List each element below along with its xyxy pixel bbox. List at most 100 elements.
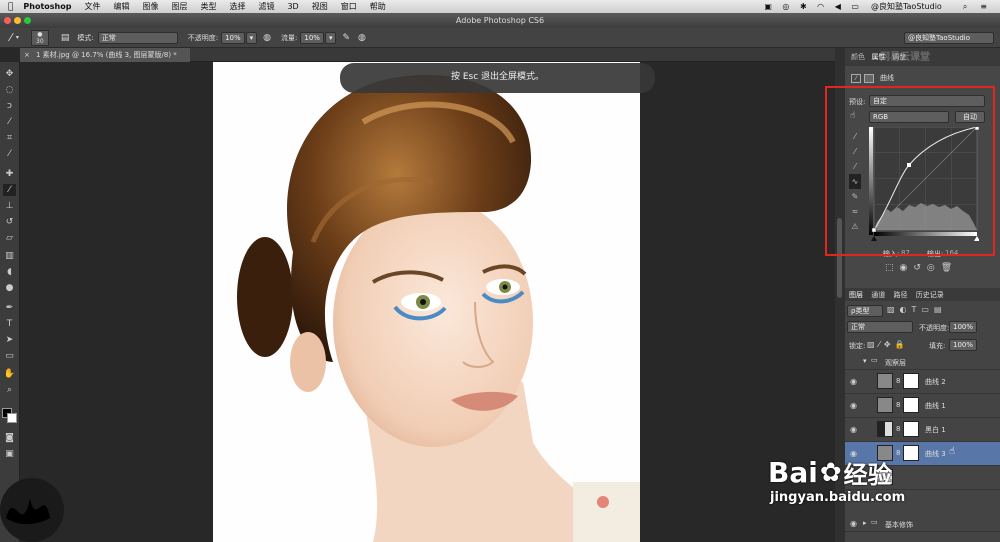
hand-tool-icon[interactable]: ✋ xyxy=(3,368,16,380)
layers-tab-bar: 图层 通道 路径 历史记录 xyxy=(845,288,1000,301)
visibility-toggle-icon[interactable]: ◉ xyxy=(850,377,857,386)
signature-logo xyxy=(0,478,64,542)
list-icon[interactable]: ≡ xyxy=(980,2,987,11)
layer-group-row[interactable]: ▾ ▭ 观察层 xyxy=(845,354,1000,370)
workspace-dropdown[interactable]: @良知塾TaoStudio xyxy=(904,31,994,44)
lasso-tool-icon[interactable]: ↄ xyxy=(3,100,16,112)
marquee-tool-icon[interactable]: ◌ xyxy=(3,84,16,96)
brush-panel-icon[interactable]: ▤ xyxy=(61,33,70,43)
blur-tool-icon[interactable]: ◖ xyxy=(3,266,16,278)
blend-mode-dropdown[interactable]: 正常 xyxy=(847,321,913,333)
layer-filter-dropdown[interactable]: ρ类型 xyxy=(847,305,883,317)
tab-color[interactable]: 颜色 xyxy=(851,52,865,62)
quick-mask-icon[interactable]: ◙ xyxy=(3,432,16,444)
type-tool-icon[interactable]: T xyxy=(3,318,16,330)
link-icon: 8 xyxy=(896,401,901,409)
screen-mode-icon[interactable]: ▣ xyxy=(3,448,16,460)
layer-mask-thumbnail[interactable] xyxy=(903,421,919,437)
fill-field[interactable]: 100% xyxy=(949,339,978,351)
stamp-tool-icon[interactable]: ⊥ xyxy=(3,200,16,212)
document-image[interactable] xyxy=(213,62,640,542)
lock-icons[interactable]: ▨⁄✥🔒 xyxy=(867,340,909,349)
menu-filter[interactable]: 滤镜 xyxy=(258,1,274,12)
layer-row[interactable]: ◉ 8 黑白 1 xyxy=(845,418,1000,442)
brush-tool-icon[interactable]: ⁄ xyxy=(10,31,12,44)
tool-preset-chevron-icon[interactable]: ▾ xyxy=(16,34,19,41)
clip-to-layer-icon[interactable]: ⬚ xyxy=(885,263,900,273)
visibility-toggle-icon[interactable]: ◉ xyxy=(850,519,857,528)
layer-row[interactable]: ◉ 8 曲线 2 xyxy=(845,370,1000,394)
layer-mask-thumbnail[interactable] xyxy=(903,397,919,413)
group-expand-chevron-icon[interactable]: ▸ xyxy=(863,519,867,527)
curves-adjust-icon xyxy=(877,373,893,389)
pen-tool-icon[interactable]: ✒ xyxy=(3,302,16,314)
pressure-size-icon[interactable]: ◍ xyxy=(358,33,366,43)
group-expand-chevron-icon[interactable]: ▾ xyxy=(863,357,867,365)
document-tab[interactable]: × 1 素材.jpg @ 16.7% (曲线 3, 图层蒙版/8) * xyxy=(20,48,190,62)
layer-row[interactable]: ◉ 8 曲线 1 xyxy=(845,394,1000,418)
menu-select[interactable]: 选择 xyxy=(229,1,245,12)
brush-size-picker[interactable]: ● 30 xyxy=(30,29,49,46)
layer-group-row[interactable]: ◉ ▸ ▭ 基本修饰 xyxy=(845,516,1000,532)
flow-field[interactable]: 10% xyxy=(300,31,324,44)
dodge-tool-icon[interactable]: ● xyxy=(3,282,16,294)
user-menu[interactable]: @良知塾TaoStudio xyxy=(871,1,942,12)
eraser-tool-icon[interactable]: ▱ xyxy=(3,232,16,244)
delete-icon[interactable]: 🗑 xyxy=(941,263,958,273)
canvas-area[interactable] xyxy=(20,62,835,542)
tab-channels[interactable]: 通道 xyxy=(871,291,885,299)
tab-layers[interactable]: 图层 xyxy=(849,291,863,299)
app-menu[interactable]: Photoshop xyxy=(23,2,71,11)
visibility-icon[interactable]: ◎ xyxy=(927,263,941,273)
layer-name: 观察层 xyxy=(885,359,906,367)
close-icon[interactable] xyxy=(4,17,11,24)
crop-tool-icon[interactable]: ⌗ xyxy=(3,132,16,144)
properties-footer: ⬚◉↺◎🗑 xyxy=(885,263,958,273)
menu-layer[interactable]: 图层 xyxy=(171,1,187,12)
zoom-tool-icon[interactable]: ⌕ xyxy=(3,384,16,396)
opacity-field[interactable]: 10% xyxy=(221,31,245,44)
filter-icons[interactable]: ▨◐T▭▤ xyxy=(887,305,947,314)
curves-adjust-icon xyxy=(877,397,893,413)
menu-edit[interactable]: 编辑 xyxy=(113,1,129,12)
menu-image[interactable]: 图像 xyxy=(142,1,158,12)
menu-view[interactable]: 视图 xyxy=(312,1,328,12)
menu-file[interactable]: 文件 xyxy=(84,1,100,12)
opacity-chevron-icon[interactable]: ▾ xyxy=(245,31,258,44)
menu-type[interactable]: 类型 xyxy=(200,1,216,12)
shape-tool-icon[interactable]: ▭ xyxy=(3,350,16,362)
zoom-icon[interactable] xyxy=(24,17,31,24)
mask-icon[interactable] xyxy=(864,73,874,83)
history-brush-tool-icon[interactable]: ↺ xyxy=(3,216,16,228)
fill-label: 填充: xyxy=(929,342,946,350)
tab-history[interactable]: 历史记录 xyxy=(916,291,944,299)
quick-select-tool-icon[interactable]: ⁄ xyxy=(3,116,16,128)
menu-3d[interactable]: 3D xyxy=(287,2,298,11)
layer-mask-thumbnail[interactable] xyxy=(903,373,919,389)
menu-window[interactable]: 窗口 xyxy=(341,1,357,12)
path-select-tool-icon[interactable]: ➤ xyxy=(3,334,16,346)
menu-help[interactable]: 帮助 xyxy=(370,1,386,12)
search-icon[interactable]: ⌕ xyxy=(963,2,967,12)
background-color-swatch[interactable] xyxy=(7,413,17,423)
eyedropper-tool-icon[interactable]: ⁄ xyxy=(3,148,16,160)
layer-opacity-field[interactable]: 100% xyxy=(949,321,978,333)
move-tool-icon[interactable]: ✥ xyxy=(3,68,16,80)
healing-tool-icon[interactable]: ✚ xyxy=(3,168,16,180)
gradient-tool-icon[interactable]: ▥ xyxy=(3,250,16,262)
tab-paths[interactable]: 路径 xyxy=(893,291,907,299)
pressure-opacity-icon[interactable]: ◍ xyxy=(263,33,271,43)
mode-dropdown[interactable]: 正常 xyxy=(97,31,178,44)
baidu-logo-text: Bai xyxy=(768,456,818,489)
visibility-toggle-icon[interactable]: ◉ xyxy=(850,401,857,410)
minimize-icon[interactable] xyxy=(14,17,21,24)
view-previous-icon[interactable]: ◉ xyxy=(900,263,914,273)
flow-chevron-icon[interactable]: ▾ xyxy=(324,31,337,44)
airbrush-icon[interactable]: ✎ xyxy=(342,33,350,43)
apple-icon[interactable]:  xyxy=(8,2,13,12)
tab-close-icon[interactable]: × xyxy=(24,48,30,62)
brush-tool-icon[interactable]: ⁄ xyxy=(3,184,16,196)
reset-icon[interactable]: ↺ xyxy=(913,263,927,273)
properties-title: 曲线 xyxy=(880,74,894,82)
visibility-toggle-icon[interactable]: ◉ xyxy=(850,425,857,434)
